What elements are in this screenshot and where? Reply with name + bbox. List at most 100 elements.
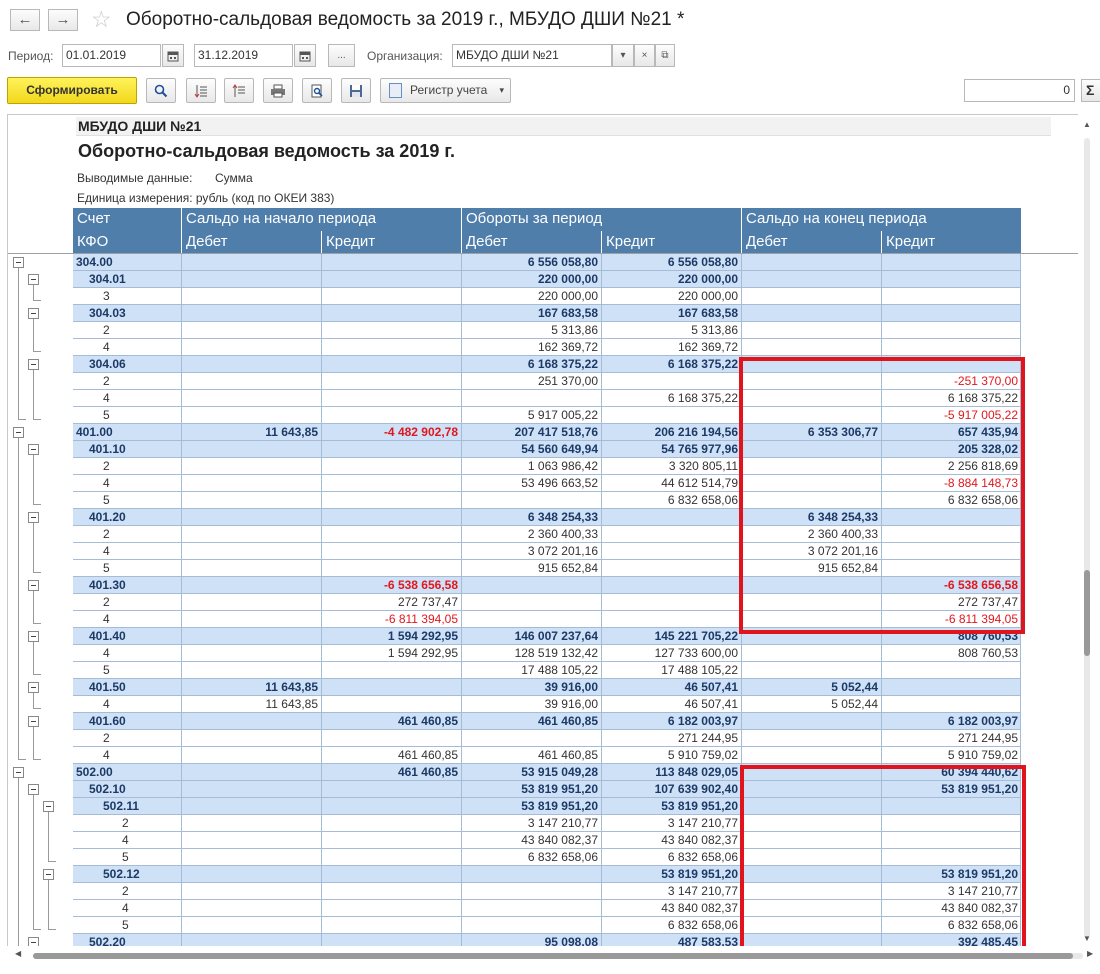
amount-cell[interactable]: 6 832 658,06 bbox=[601, 917, 741, 933]
amount-cell[interactable]: 3 072 201,16 bbox=[461, 543, 601, 559]
amount-cell[interactable]: 461 460,85 bbox=[461, 747, 601, 763]
amount-cell[interactable] bbox=[321, 883, 461, 899]
table-row[interactable]: 3 220 000,00 220 000,00 bbox=[8, 288, 1079, 305]
organization-dropdown-button[interactable]: ▾ bbox=[612, 44, 634, 67]
preview-button[interactable] bbox=[302, 78, 332, 103]
amount-cell[interactable] bbox=[181, 305, 321, 321]
amount-cell[interactable]: 39 916,00 bbox=[461, 679, 601, 695]
amount-cell[interactable]: 207 417 518,76 bbox=[461, 424, 601, 440]
amount-cell[interactable] bbox=[881, 271, 1021, 287]
amount-cell[interactable]: 11 643,85 bbox=[181, 424, 321, 440]
account-cell[interactable]: 2 bbox=[73, 815, 180, 831]
amount-cell[interactable]: 220 000,00 bbox=[461, 271, 601, 287]
account-cell[interactable]: 4 bbox=[73, 611, 180, 627]
amount-cell[interactable] bbox=[181, 645, 321, 661]
amount-cell[interactable]: 17 488 105,22 bbox=[601, 662, 741, 678]
amount-cell[interactable]: 113 848 029,05 bbox=[601, 764, 741, 780]
amount-cell[interactable] bbox=[461, 730, 601, 746]
account-cell[interactable]: 4 bbox=[73, 475, 180, 491]
amount-cell[interactable] bbox=[741, 288, 881, 304]
amount-cell[interactable]: 43 840 082,37 bbox=[461, 832, 601, 848]
vertical-scroll-thumb[interactable] bbox=[1084, 570, 1090, 656]
generate-button[interactable]: Сформировать bbox=[7, 77, 137, 104]
amount-cell[interactable]: 5 917 005,22 bbox=[461, 407, 601, 423]
amount-cell[interactable]: 206 216 194,56 bbox=[601, 424, 741, 440]
table-row[interactable]: 4 1 594 292,95 128 519 132,42 127 733 600,0… bbox=[8, 645, 1079, 662]
amount-cell[interactable] bbox=[181, 764, 321, 780]
amount-cell[interactable] bbox=[321, 305, 461, 321]
amount-cell[interactable]: 6 556 058,80 bbox=[461, 254, 601, 270]
amount-cell[interactable]: 11 643,85 bbox=[181, 696, 321, 712]
amount-cell[interactable] bbox=[741, 271, 881, 287]
horizontal-scroll-thumb[interactable] bbox=[33, 953, 1073, 959]
amount-cell[interactable]: 6 556 058,80 bbox=[601, 254, 741, 270]
amount-cell[interactable]: 5 313,86 bbox=[601, 322, 741, 338]
amount-cell[interactable]: 461 460,85 bbox=[461, 713, 601, 729]
collapse-groups-button[interactable] bbox=[224, 78, 254, 103]
amount-cell[interactable] bbox=[321, 509, 461, 525]
amount-cell[interactable] bbox=[181, 815, 321, 831]
amount-cell[interactable] bbox=[881, 288, 1021, 304]
amount-cell[interactable] bbox=[881, 679, 1021, 695]
account-cell[interactable]: 401.00 bbox=[73, 424, 180, 440]
amount-cell[interactable] bbox=[321, 543, 461, 559]
amount-cell[interactable] bbox=[461, 390, 601, 406]
amount-cell[interactable] bbox=[321, 679, 461, 695]
amount-cell[interactable] bbox=[321, 849, 461, 865]
report-spreadsheet[interactable]: МБУДО ДШИ №21 Оборотно-сальдовая ведомос… bbox=[7, 114, 1100, 960]
amount-cell[interactable] bbox=[321, 475, 461, 491]
amount-cell[interactable] bbox=[181, 883, 321, 899]
amount-cell[interactable] bbox=[181, 611, 321, 627]
amount-cell[interactable]: -6 811 394,05 bbox=[321, 611, 461, 627]
amount-cell[interactable]: 43 840 082,37 bbox=[601, 900, 741, 916]
amount-cell[interactable]: 54 560 649,94 bbox=[461, 441, 601, 457]
amount-cell[interactable] bbox=[181, 458, 321, 474]
amount-cell[interactable]: 1 594 292,95 bbox=[321, 628, 461, 644]
amount-cell[interactable] bbox=[601, 526, 741, 542]
account-cell[interactable]: 304.01 bbox=[73, 271, 180, 287]
account-cell[interactable]: 5 bbox=[73, 407, 180, 423]
table-row[interactable]: 4 11 643,85 39 916,00 46 507,41 5 052,44 bbox=[8, 696, 1079, 713]
amount-cell[interactable] bbox=[181, 594, 321, 610]
amount-cell[interactable] bbox=[321, 696, 461, 712]
amount-cell[interactable] bbox=[321, 271, 461, 287]
account-cell[interactable]: 4 bbox=[73, 747, 180, 763]
account-cell[interactable]: 502.11 bbox=[73, 798, 180, 814]
amount-cell[interactable]: 6 182 003,97 bbox=[601, 713, 741, 729]
amount-cell[interactable] bbox=[321, 832, 461, 848]
amount-cell[interactable] bbox=[461, 900, 601, 916]
amount-cell[interactable] bbox=[181, 849, 321, 865]
amount-cell[interactable]: 271 244,95 bbox=[601, 730, 741, 746]
collapse-group-icon[interactable] bbox=[43, 869, 54, 880]
account-cell[interactable]: 304.06 bbox=[73, 356, 180, 372]
account-cell[interactable]: 2 bbox=[73, 730, 180, 746]
amount-cell[interactable]: 6 832 658,06 bbox=[601, 849, 741, 865]
amount-cell[interactable] bbox=[461, 577, 601, 593]
amount-cell[interactable]: 128 519 132,42 bbox=[461, 645, 601, 661]
account-cell[interactable]: 4 bbox=[73, 832, 180, 848]
calendar-to-button[interactable] bbox=[294, 44, 316, 67]
account-cell[interactable]: 502.10 bbox=[73, 781, 180, 797]
account-cell[interactable]: 502.00 bbox=[73, 764, 180, 780]
amount-cell[interactable] bbox=[321, 526, 461, 542]
amount-cell[interactable] bbox=[181, 526, 321, 542]
amount-cell[interactable] bbox=[181, 390, 321, 406]
amount-cell[interactable] bbox=[321, 339, 461, 355]
account-cell[interactable]: 4 bbox=[73, 645, 180, 661]
account-cell[interactable]: 2 bbox=[73, 458, 180, 474]
period-to-field[interactable]: 31.12.2019 bbox=[194, 44, 293, 67]
account-cell[interactable]: 5 bbox=[73, 492, 180, 508]
account-cell[interactable]: 4 bbox=[73, 696, 180, 712]
amount-cell[interactable] bbox=[181, 798, 321, 814]
amount-cell[interactable]: 54 765 977,96 bbox=[601, 441, 741, 457]
amount-cell[interactable]: 6 182 003,97 bbox=[881, 713, 1021, 729]
sum-field[interactable]: 0 bbox=[964, 79, 1075, 102]
account-cell[interactable]: 401.50 bbox=[73, 679, 180, 695]
amount-cell[interactable] bbox=[321, 390, 461, 406]
amount-cell[interactable] bbox=[321, 866, 461, 882]
collapse-group-icon[interactable] bbox=[28, 682, 39, 693]
account-cell[interactable]: 5 bbox=[73, 917, 180, 933]
amount-cell[interactable]: 11 643,85 bbox=[181, 679, 321, 695]
amount-cell[interactable] bbox=[181, 832, 321, 848]
amount-cell[interactable] bbox=[321, 900, 461, 916]
